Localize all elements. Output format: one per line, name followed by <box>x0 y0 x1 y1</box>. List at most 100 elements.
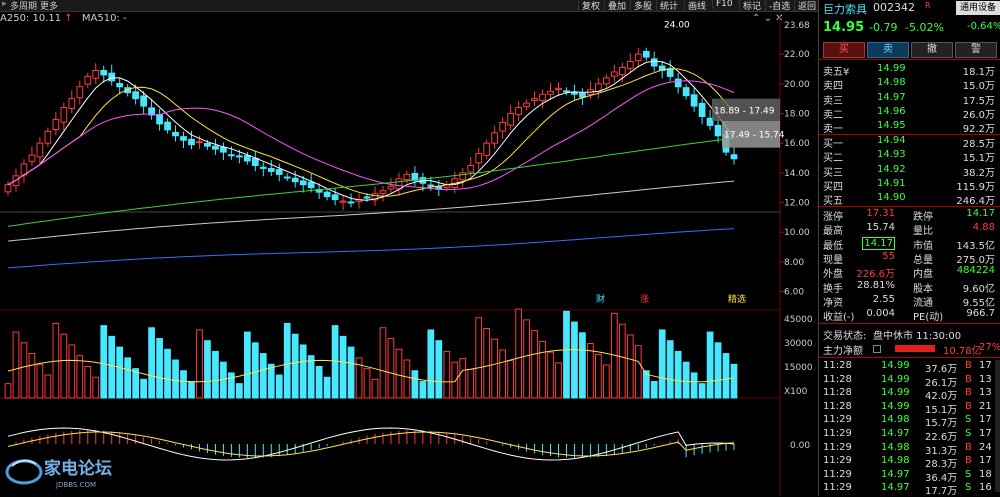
menu-icon[interactable]: ▸ <box>2 0 7 9</box>
candle-body <box>299 180 307 186</box>
toolbar-button-biaoji[interactable]: 标记 <box>739 0 764 12</box>
toolbar-button-f10[interactable]: F10 <box>712 0 736 9</box>
alert-button[interactable]: 警 <box>955 42 997 58</box>
asks-row[interactable]: 卖一 14.95 92.2万 <box>819 120 1000 136</box>
stat-label: 收益(-) <box>823 312 855 324</box>
tick-n: 21 <box>979 400 992 412</box>
volume-bar <box>539 340 546 399</box>
volume-tick: 15000 <box>784 363 813 373</box>
candle-body <box>52 118 60 131</box>
asks-row[interactable]: 卖五¥ 14.99 18.1万 <box>819 63 1000 78</box>
candle-body <box>674 78 682 88</box>
stats-row: 净资 2.55 流通 9.55亿 <box>819 294 1000 309</box>
level-price: 14.94 <box>877 135 906 146</box>
tick-p: 14.99 <box>881 400 910 412</box>
tick-t: 11:28 <box>823 400 852 412</box>
grid-icon[interactable] <box>873 345 881 353</box>
tick-n: 13 <box>979 387 992 399</box>
volume-bar <box>499 349 507 399</box>
bids-row[interactable]: 买四 14.91 115.9万 <box>819 178 1000 193</box>
candle-body <box>579 92 586 98</box>
stat-label: 流通 <box>913 297 933 309</box>
volume-bar <box>618 323 626 399</box>
stat-label: 量比 <box>913 226 933 238</box>
candle-body <box>243 155 251 162</box>
tick-row: 11:28 14.99 37.6万 B 17 <box>819 360 1000 375</box>
volume-bar <box>587 343 594 399</box>
level-label: 买五 <box>823 196 843 208</box>
bids-row[interactable]: 买二 14.93 15.1万 <box>819 149 1000 165</box>
watermark-text: 家电论坛 <box>44 458 112 479</box>
level-price: 14.93 <box>877 149 906 161</box>
candle-body <box>507 113 514 126</box>
toolbar-button-duogu[interactable]: 多股 <box>630 0 655 12</box>
buy-button[interactable]: 买 <box>823 42 865 58</box>
volume-bar <box>475 317 483 399</box>
candle-body <box>539 93 546 101</box>
candle-body <box>618 66 626 76</box>
volume-bar <box>307 355 315 399</box>
candle-body <box>84 75 92 85</box>
level-volume: 15.0万 <box>962 81 995 93</box>
tick-n: 17 <box>979 428 992 439</box>
tick-row: 11:28 14.99 26.1万 B 13 <box>819 374 1000 389</box>
bids-row[interactable]: 买一 14.94 28.5万 <box>819 135 1000 150</box>
asks-row[interactable]: 卖四 14.98 15.0万 <box>819 77 1000 93</box>
candle-body <box>188 138 195 146</box>
tick-s: S <box>965 468 972 480</box>
toolbar-button-huaxian[interactable]: 画线 <box>684 0 709 12</box>
candle-body <box>92 69 100 79</box>
sector-badge[interactable]: 通用设备 <box>956 1 1000 15</box>
volume-bar <box>698 383 706 399</box>
volume-bar <box>674 350 682 399</box>
kline-chart[interactable]: 23.68 22.00 20.00 18.00 16.00 14.00 12.00 10.00… <box>0 12 817 496</box>
asks-row[interactable]: 卖二 14.96 26.0万 <box>819 106 1000 121</box>
candle-body <box>259 166 267 169</box>
volume-bar <box>164 348 171 399</box>
stat-label: 最低 <box>823 240 843 252</box>
candle-body <box>44 130 52 144</box>
level-label: 买二 <box>823 153 843 165</box>
bids-row[interactable]: 买三 14.92 38.2万 <box>819 164 1000 179</box>
volume-bar <box>315 365 323 399</box>
volume-bar <box>148 327 155 399</box>
volume-bar <box>84 365 92 399</box>
stat-value: 275.0万 <box>956 254 995 266</box>
toolbar-button-zixuan[interactable]: -自选 <box>765 0 793 12</box>
volume-bar <box>259 353 267 399</box>
more-button[interactable]: 更多 <box>40 0 58 12</box>
volume-bar <box>132 368 140 399</box>
candle-body <box>427 184 435 187</box>
candle-body <box>323 191 331 198</box>
volume-bar <box>12 331 20 399</box>
toolbar-button-fanhui[interactable]: 返回 <box>794 0 819 12</box>
level-price: 14.97 <box>877 91 906 103</box>
stat-label: 股本 <box>913 283 933 295</box>
tick-p: 14.99 <box>881 387 910 399</box>
scrollbar[interactable] <box>995 360 1000 492</box>
volume-bar <box>730 363 738 399</box>
toolbar-button-fuquan[interactable]: 复权 <box>578 0 603 12</box>
axis-labels: 23.68 22.00 20.00 18.00 16.00 14.00 12.00 10.00… <box>780 21 813 451</box>
candle-body <box>164 121 171 131</box>
cancel-order-button[interactable]: 撤 <box>911 42 953 58</box>
stat-label: 最高 <box>823 226 843 238</box>
volume-bar <box>283 322 291 399</box>
tick-row: 11:29 14.98 31.3万 B 24 <box>819 442 1000 457</box>
ma-lines <box>7 60 735 269</box>
asks-row[interactable]: 卖三 14.97 17.5万 <box>819 91 1000 107</box>
toolbar-button-tongji[interactable]: 统计 <box>656 0 681 12</box>
volume-bar <box>68 344 76 399</box>
candle-body <box>650 58 658 67</box>
multi-period-button[interactable]: 多周期 <box>10 0 37 12</box>
stats-row: 最低 14.17 市值 143.5亿 <box>819 236 1000 252</box>
candle-body <box>475 153 483 164</box>
sell-button[interactable]: 卖 <box>867 42 909 58</box>
candle-body <box>547 90 554 95</box>
stat-value: 28.81% <box>856 279 895 291</box>
bids-row[interactable]: 买五 14.90 246.4万 <box>819 192 1000 208</box>
volume-bar <box>331 325 339 399</box>
toolbar-button-diejia[interactable]: 叠加 <box>604 0 629 12</box>
ma20-line <box>7 80 735 191</box>
level-label: 卖一 <box>823 124 843 136</box>
